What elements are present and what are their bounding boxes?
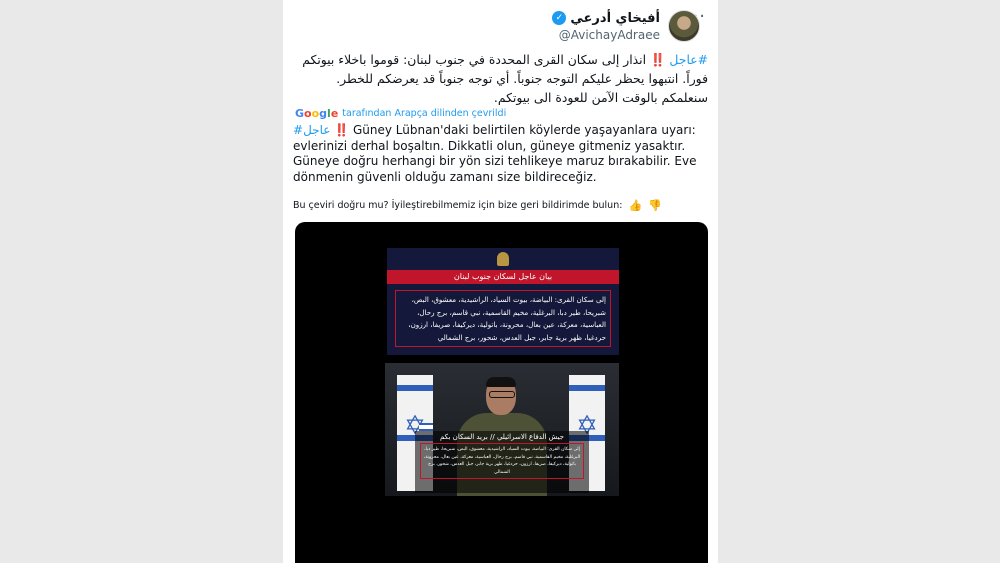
- translation-label[interactable]: tarafından Arapça dilinden çevrildi: [342, 108, 506, 119]
- tweet-text-translated: #عاجل ‼️ Güney Lübnan'daki belirtilen kö…: [293, 123, 711, 185]
- tweet-card: ··· أفيخاي أدرعي ✓ @AvichayAdraee #عاجل …: [283, 0, 718, 563]
- notice-panel: بيان عاجل لسكان جنوب لبنان إلى سكان القر…: [387, 248, 619, 355]
- display-name-text[interactable]: أفيخاي أدرعي: [570, 11, 660, 26]
- video-frame[interactable]: ✡ ✡ جيش الدفاع الاسرائيلي // بريد السكان…: [385, 363, 619, 496]
- hashtag-link-translated[interactable]: #عاجل: [293, 123, 330, 137]
- author-handle[interactable]: @AvichayAdraee: [552, 28, 660, 42]
- thumbs-down-icon[interactable]: 👎: [648, 199, 662, 212]
- feedback-label: Bu çeviri doğru mu? İyileştirebilmemiz i…: [293, 200, 623, 211]
- tweet-body-arabic: انذار إلى سكان القرى المحددة في جنوب لبن…: [302, 52, 708, 105]
- speaker-hair: [486, 377, 516, 387]
- thumbs-up-icon[interactable]: 👍: [628, 199, 642, 212]
- double-exclamation-icon: ‼️: [334, 123, 350, 137]
- idf-emblem-icon: [497, 252, 509, 266]
- speaker-glasses: [489, 391, 515, 398]
- author-names: أفيخاي أدرعي ✓ @AvichayAdraee: [552, 11, 660, 42]
- google-logo: Google: [295, 107, 339, 120]
- notice-body: إلى سكان القرى: البياضة، بيوت السياد، ال…: [395, 290, 611, 347]
- author-display-name[interactable]: أفيخاي أدرعي ✓: [552, 11, 660, 26]
- translation-feedback: Bu çeviri doğru mu? İyileştirebilmemiz i…: [293, 199, 662, 212]
- tweet-media[interactable]: بيان عاجل لسكان جنوب لبنان إلى سكان القر…: [295, 222, 708, 563]
- flag-patch-icon: [419, 423, 433, 431]
- video-caption-overlay: جيش الدفاع الاسرائيلي // بريد السكان بكم…: [415, 431, 589, 493]
- overlay-title: جيش الدفاع الاسرائيلي // بريد السكان بكم: [439, 433, 565, 441]
- double-exclamation-icon: ‼️: [650, 52, 666, 67]
- notice-title: بيان عاجل لسكان جنوب لبنان: [387, 270, 619, 284]
- tweet-text-arabic: #عاجل ‼️ انذار إلى سكان القرى المحددة في…: [290, 50, 708, 107]
- verified-badge-icon: ✓: [552, 11, 567, 25]
- overlay-body: إلى سكان القرى: البياضة، بيوت السياد، ال…: [420, 443, 584, 479]
- avatar[interactable]: [668, 10, 700, 42]
- tweet-header: أفيخاي أدرعي ✓ @AvichayAdraee: [552, 10, 700, 42]
- translation-attribution[interactable]: Google tarafından Arapça dilinden çevril…: [295, 107, 506, 120]
- hashtag-link[interactable]: #عاجل: [669, 52, 708, 67]
- tweet-body-translated: Güney Lübnan'daki belirtilen köylerde ya…: [293, 123, 697, 184]
